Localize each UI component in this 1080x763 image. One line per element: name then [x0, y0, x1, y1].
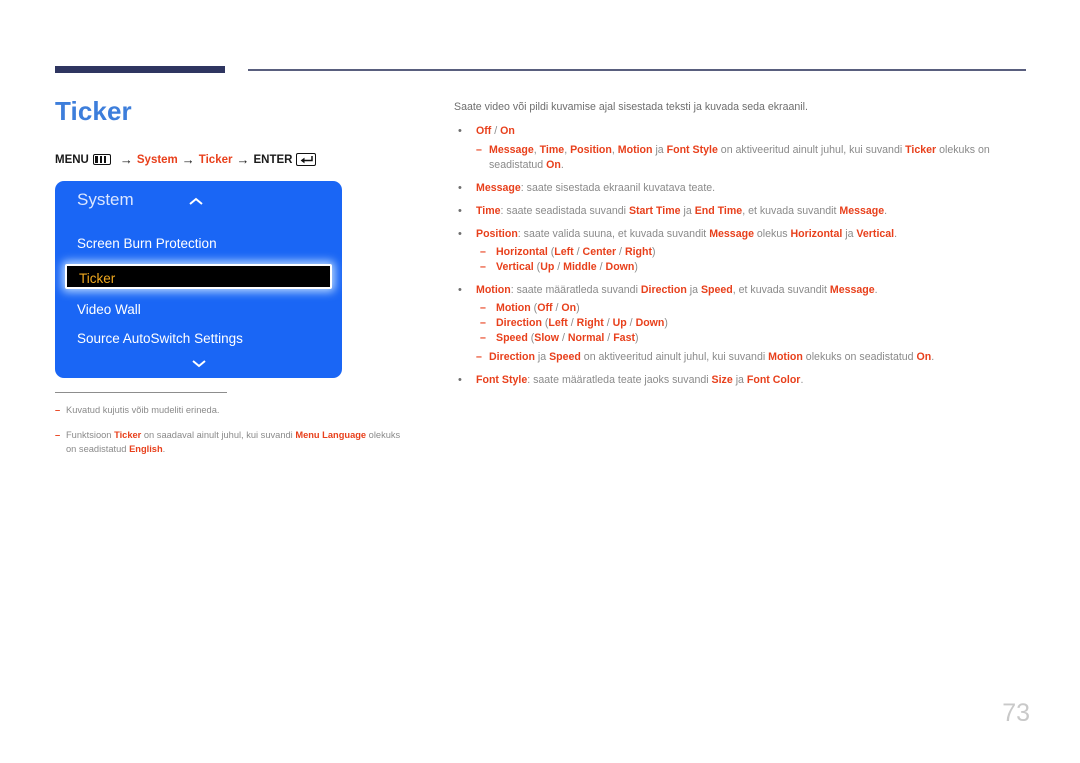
note-dash-marker: –: [476, 144, 482, 156]
option-list: • Off / On – Message, Time, Position, Motio…: [454, 124, 1034, 388]
sub-dash-marker: –: [480, 317, 486, 329]
page-number: 73: [1002, 699, 1030, 727]
option-text: Time: saate seadistada suvandi Start Tim…: [476, 205, 888, 217]
footnote-item: – Kuvatud kujutis võib mudeliti erineda.: [55, 403, 410, 417]
osd-item-label: Ticker: [79, 271, 116, 286]
footnote-dash: –: [55, 430, 61, 440]
breadcrumb-menu-label: MENU: [55, 153, 89, 166]
option-sublist-item: – Vertical (Up / Middle / Down): [476, 260, 1034, 275]
intro-paragraph: Saate video või pildi kuvamise ajal sise…: [454, 101, 808, 113]
osd-header: System: [55, 181, 342, 222]
option-body: Position: saate valida suuna, et kuvada …: [476, 227, 1034, 275]
footnote-dash: –: [55, 405, 61, 415]
option-body: Font Style: saate määratleda teate jaoks…: [476, 373, 1034, 388]
breadcrumb-arrow-3: →: [236, 152, 250, 167]
option-body: Time: saate seadistada suvandi Start Tim…: [476, 204, 1034, 219]
sub-dash-marker: –: [480, 246, 486, 258]
note-text: Direction ja Speed on aktiveeritud ainul…: [489, 351, 935, 363]
option-note: – Message, Time, Position, Motion ja Font…: [476, 143, 1034, 173]
option-text: Position: saate valida suuna, et kuvada …: [476, 228, 898, 240]
breadcrumb-arrow-2: →: [181, 152, 195, 167]
option-list-item: • Time: saate seadistada suvandi Start Ti…: [454, 204, 1034, 219]
option-sublist-item: – Motion (Off / On): [476, 301, 1034, 316]
sub-option-text: Direction (Left / Right / Up / Down): [496, 317, 668, 329]
option-sublist: – Horizontal (Left / Center / Right) – Vert…: [476, 245, 1034, 275]
left-column: Ticker MENU → System → Ticker → ENTER: [55, 96, 415, 167]
footnote-divider: [55, 392, 227, 393]
option-text: Font Style: saate määratleda teate jaoks…: [476, 374, 804, 386]
document-page: Ticker MENU → System → Ticker → ENTER Sy…: [0, 0, 1080, 763]
note-text: Message, Time, Position, Motion ja Font …: [489, 144, 990, 171]
breadcrumb-step-ticker: Ticker: [198, 153, 233, 166]
footnote-list: – Kuvatud kujutis võib mudeliti erineda.…: [55, 403, 410, 467]
footnote-item: – Funktsioon Ticker on saadaval ainult j…: [55, 428, 410, 456]
sub-dash-marker: –: [480, 261, 486, 273]
option-sublist-item: – Speed (Slow / Normal / Fast): [476, 331, 1034, 346]
enter-return-icon: [296, 153, 317, 166]
option-list-item: • Motion: saate määratleda suvandi Direct…: [454, 283, 1034, 365]
sub-option-text: Speed (Slow / Normal / Fast): [496, 332, 639, 344]
option-list-item: • Position: saate valida suuna, et kuvada…: [454, 227, 1034, 275]
option-body: Off / On – Message, Time, Position, Motion…: [476, 124, 1034, 173]
bullet-marker: •: [458, 228, 462, 240]
chevron-down-icon[interactable]: [190, 358, 208, 368]
header-rule-thin: [248, 69, 1026, 71]
sub-option-text: Vertical (Up / Middle / Down): [496, 261, 638, 273]
sub-option-text: Horizontal (Left / Center / Right): [496, 246, 656, 258]
option-list-item: • Off / On – Message, Time, Position, Motio…: [454, 124, 1034, 173]
chevron-up-icon[interactable]: [188, 197, 204, 206]
option-sublist-item: – Horizontal (Left / Center / Right): [476, 245, 1034, 260]
option-text: Message: saate sisestada ekraanil kuvata…: [476, 182, 716, 194]
bullet-marker: •: [458, 125, 462, 137]
bullet-marker: •: [458, 205, 462, 217]
option-text: Motion: saate määratleda suvandi Directi…: [476, 284, 878, 296]
footnote-text: Kuvatud kujutis võib mudeliti erineda.: [66, 405, 220, 415]
osd-menu-panel[interactable]: System Screen Burn Protection Ticker Vid…: [55, 181, 342, 378]
breadcrumb-arrow-1: →: [119, 152, 133, 167]
breadcrumb-step-system: System: [136, 153, 178, 166]
osd-item-label: Video Wall: [77, 302, 141, 317]
page-title: Ticker: [55, 96, 132, 126]
bullet-marker: •: [458, 182, 462, 194]
footnote-text: Funktsioon Ticker on saadaval ainult juh…: [66, 430, 401, 454]
option-body: Message: saate sisestada ekraanil kuvata…: [476, 181, 1034, 196]
bullet-marker: •: [458, 374, 462, 386]
option-list-item: • Message: saate sisestada ekraanil kuvat…: [454, 181, 1034, 196]
option-text: Off / On: [476, 125, 515, 137]
sub-option-text: Motion (Off / On): [496, 302, 580, 314]
right-column: Saate video või pildi kuvamise ajal sise…: [454, 100, 1034, 396]
sub-dash-marker: –: [480, 332, 486, 344]
note-dash-marker: –: [476, 351, 482, 363]
osd-item-video-wall[interactable]: Video Wall: [55, 295, 342, 324]
option-body: Motion: saate määratleda suvandi Directi…: [476, 283, 1034, 365]
bullet-marker: •: [458, 284, 462, 296]
osd-title: System: [77, 190, 134, 209]
osd-item-ticker-selected[interactable]: Ticker: [65, 264, 332, 289]
menu-grid-icon: [92, 154, 111, 165]
breadcrumb: MENU → System → Ticker → ENTER: [55, 152, 415, 167]
breadcrumb-enter-label: ENTER: [253, 153, 293, 166]
osd-item-label: Source AutoSwitch Settings: [77, 331, 243, 346]
header-rule-thick: [55, 66, 225, 73]
option-note: – Direction ja Speed on aktiveeritud ainu…: [476, 350, 1034, 365]
osd-item-source-autoswitch-settings[interactable]: Source AutoSwitch Settings: [55, 324, 342, 353]
option-sublist-item: – Direction (Left / Right / Up / Down): [476, 316, 1034, 331]
sub-dash-marker: –: [480, 302, 486, 314]
osd-item-screen-burn-protection[interactable]: Screen Burn Protection: [55, 229, 342, 258]
option-sublist: – Motion (Off / On) – Direction (Left / Rig…: [476, 301, 1034, 346]
osd-scroll-down[interactable]: [55, 358, 342, 368]
option-list-item: • Font Style: saate määratleda teate jaok…: [454, 373, 1034, 388]
osd-item-label: Screen Burn Protection: [77, 236, 217, 251]
